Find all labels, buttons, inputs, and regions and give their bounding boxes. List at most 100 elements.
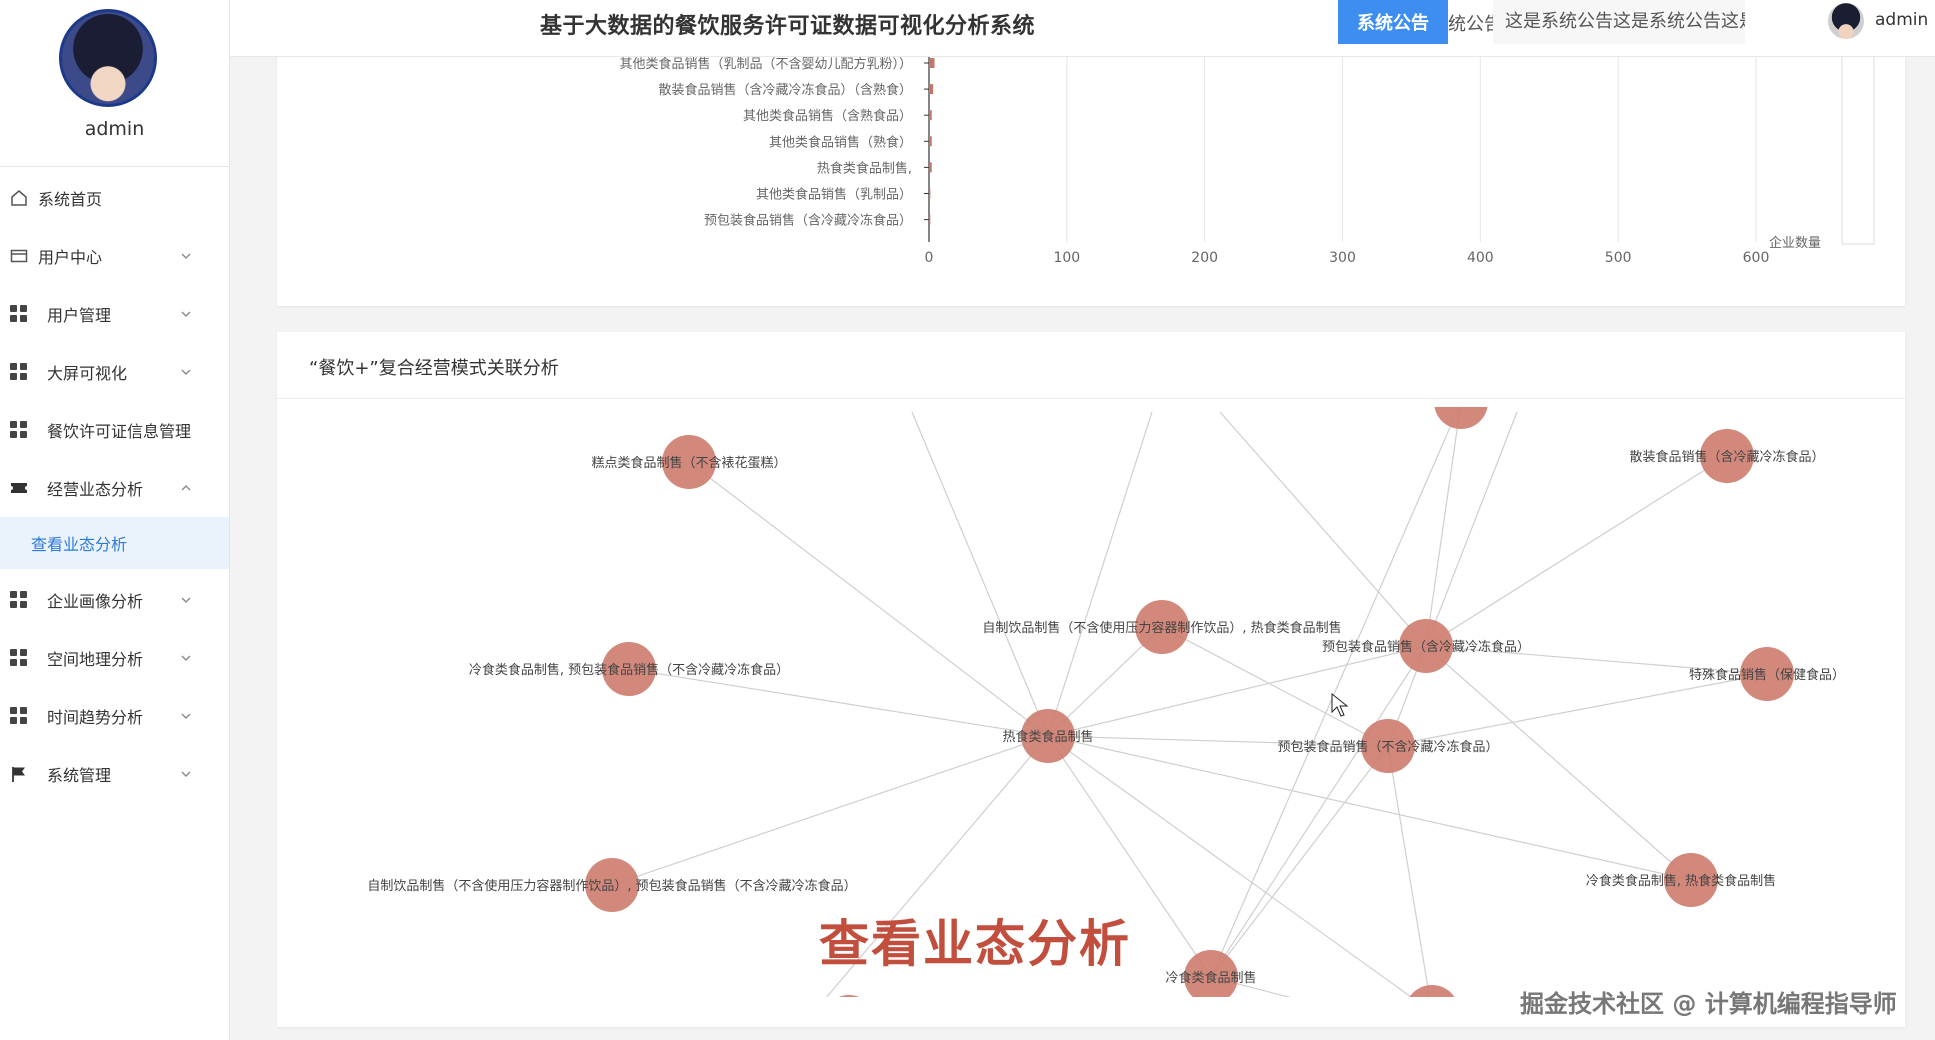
sidebar-item-time-trend[interactable]: 时间趋势分析 (0, 687, 229, 745)
flag-icon (12, 767, 25, 782)
graph-edge (611, 735, 1049, 886)
home-icon (11, 190, 27, 206)
graph-node (1434, 407, 1488, 429)
graph-node-label: 冷食类食品制售 (1165, 970, 1256, 986)
grid-icon (10, 305, 28, 323)
graph-edge (1425, 411, 1518, 647)
graph-edge (911, 411, 1049, 737)
graph-edge (1425, 455, 1728, 647)
sidebar-item-label: 时间趋势分析 (47, 708, 144, 727)
chevron-down-icon (181, 713, 191, 719)
graph-edge (1047, 411, 1153, 737)
top-header: 基于大数据的餐饮服务许可证数据可视化分析系统 系统公告 统公告 这是系统公告这是… (230, 0, 1935, 57)
sidebar-item-home[interactable]: 系统首页 (0, 169, 229, 227)
graph-node-label: 冷食类食品制售, 预包装食品销售（不含冷藏冷冻食品） (469, 662, 789, 678)
cursor-icon (1331, 692, 1349, 717)
sidebar-item-spatial-analysis[interactable]: 空间地理分析 (0, 629, 229, 687)
graph-node-label: 热食类食品制售 (1002, 729, 1093, 745)
graph-node-label: 自制饮品制售（不含使用压力容器制作饮品）, 预包装食品销售（不含冷藏冷冻食品） (367, 878, 856, 894)
graph-node (1409, 985, 1455, 997)
chevron-down-icon (181, 311, 191, 317)
bar (929, 214, 931, 225)
video-caption: 查看业态分析 (819, 915, 1131, 973)
x-tick-label: 400 (1467, 250, 1494, 266)
sidebar-item-enterprise-profile[interactable]: 企业画像分析 (0, 571, 229, 629)
graph-edge (1425, 407, 1461, 647)
bar (929, 162, 932, 173)
sidebar: admin 系统首页 用户中心 用户管理 大屏可视化 餐饮许可证信息管理 经营业… (0, 0, 230, 1040)
grid-icon (10, 421, 28, 439)
graph-node-label: 糕点类食品制售（不含裱花蛋糕） (591, 455, 786, 471)
grid-icon (10, 707, 28, 725)
graph-node (838, 995, 860, 997)
x-tick-label: 100 (1053, 250, 1080, 266)
sidebar-item-label: 系统首页 (38, 190, 103, 209)
x-tick-label: 500 (1605, 250, 1632, 266)
username: admin (84, 118, 145, 140)
ticket-icon (11, 483, 27, 493)
sidebar-item-label: 系统管理 (47, 766, 112, 785)
header-avatar[interactable] (1828, 3, 1864, 39)
grid-icon (10, 649, 28, 667)
graph-edge (628, 668, 1049, 737)
sidebar-item-label: 用户管理 (47, 306, 112, 325)
sidebar-item-label: 大屏可视化 (47, 364, 128, 383)
y-tick-label: 其他类食品销售（乳制品） (756, 187, 912, 203)
sidebar-item-label: 经营业态分析 (47, 480, 144, 499)
chevron-down-icon (181, 369, 191, 375)
sidebar-item-label: 餐饮许可证信息管理 (47, 422, 192, 441)
sidebar-item-label: 空间地理分析 (47, 650, 144, 669)
graph-node-label: 特殊食品销售（保健食品） (1689, 667, 1845, 683)
bar (929, 84, 934, 95)
chevron-up-icon (181, 485, 191, 491)
x-tick-label: 600 (1743, 250, 1770, 266)
chevron-down-icon (181, 597, 191, 603)
user-profile: admin (0, 0, 229, 167)
graph-node-label: 预包装食品销售（含冷藏冷冻食品） (1322, 639, 1530, 655)
sidebar-item-system-management[interactable]: 系统管理 (0, 745, 229, 803)
graph-edge (1210, 645, 1427, 978)
sidebar-item-user-management[interactable]: 用户管理 (0, 285, 229, 343)
sidebar-item-user-center[interactable]: 用户中心 (0, 227, 229, 285)
graph-edge (1047, 645, 1427, 737)
sidebar-subitem-view-analysis[interactable]: 查看业态分析 (0, 517, 229, 569)
graph-edge (1210, 745, 1389, 978)
graph-node-label: 预包装食品销售（不含冷藏冷冻食品） (1277, 739, 1498, 755)
watermark: 掘金技术社区 @ 计算机编程指导师 (1520, 990, 1897, 1018)
graph-edge (1425, 645, 1692, 881)
sidebar-item-label: 用户中心 (38, 248, 103, 267)
y-tick-label: 其他类食品销售（熟食） (769, 134, 912, 150)
graph-edge (1387, 745, 1431, 997)
sidebar-item-label: 企业画像分析 (47, 592, 144, 611)
sidebar-item-big-screen[interactable]: 大屏可视化 (0, 343, 229, 401)
card-icon (10, 249, 28, 263)
notice-marquee: 这是系统公告这是系统公告这是系统公告 (1493, 0, 1745, 44)
graph-edge (688, 461, 1049, 737)
y-tick-label: 其他类食品销售（含熟食品） (743, 108, 912, 124)
y-tick-label: 散装食品销售（含冷藏冷冻食品）（含熟食） (658, 82, 912, 98)
bar (929, 136, 932, 147)
grid-icon (10, 591, 28, 609)
x-tick-label: 300 (1329, 250, 1356, 266)
graph-edge (1219, 411, 1427, 647)
sidebar-item-business-analysis[interactable]: 经营业态分析 (0, 459, 229, 517)
x-axis-label: 企业数量 (1769, 235, 1821, 251)
chevron-down-icon (181, 253, 191, 259)
x-tick-label: 0 (925, 250, 934, 266)
graph-node-label: 自制饮品制售（不含使用压力容器制作饮品）, 热食类食品制售 (982, 620, 1341, 636)
x-tick-label: 200 (1191, 250, 1218, 266)
page-title: 基于大数据的餐饮服务许可证数据可视化分析系统 (540, 14, 1036, 39)
bar (929, 188, 931, 199)
grid-icon (10, 363, 28, 381)
avatar[interactable] (59, 9, 157, 107)
bar (929, 58, 935, 68)
sidebar-item-license-management[interactable]: 餐饮许可证信息管理 (0, 401, 229, 459)
chevron-down-icon (181, 655, 191, 661)
y-tick-label: 预包装食品销售（含冷藏冷冻食品） (704, 213, 912, 229)
notice-button[interactable]: 系统公告 (1338, 0, 1448, 44)
graph-edge (1210, 407, 1460, 978)
chevron-down-icon (181, 771, 191, 777)
header-username[interactable]: admin (1875, 10, 1928, 30)
y-tick-label: 其他类食品销售（乳制品（不含婴幼儿配方乳粉）） (619, 56, 912, 72)
graph-edge (1387, 673, 1768, 747)
